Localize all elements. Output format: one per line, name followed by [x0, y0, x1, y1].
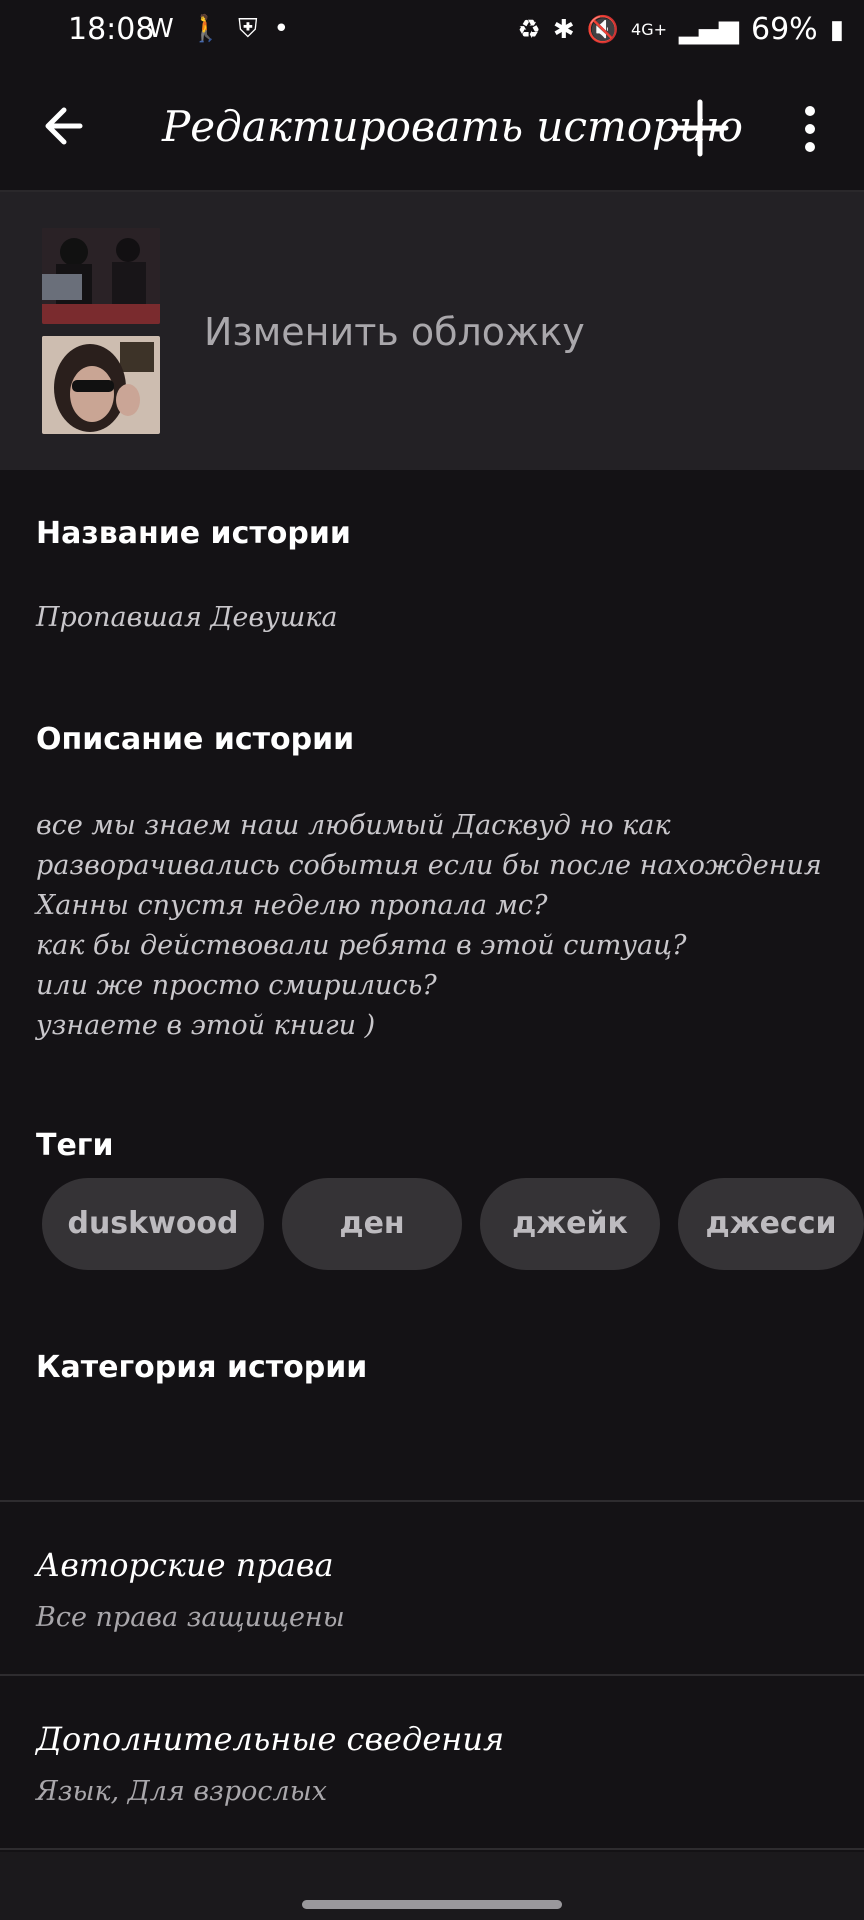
- copyright-title: Авторские права: [36, 1546, 334, 1584]
- status-left-icons: W 🚶 ⛨ •: [148, 14, 289, 45]
- divider: [0, 1500, 864, 1502]
- mute-icon: 🔇: [586, 14, 620, 45]
- recycle-icon: ♻: [517, 14, 541, 45]
- status-right-icons: ♻ ✱ 🔇 4G+ ▂▄▆ 69% ▮: [518, 12, 844, 47]
- bluetooth-icon: ✱: [552, 14, 575, 45]
- dot-icon: •: [273, 14, 289, 44]
- description-line: как бы действовали ребята в этой ситуац?: [36, 930, 687, 961]
- copyright-value: Все права защищены: [36, 1602, 345, 1633]
- tag-chip[interactable]: duskwood: [42, 1178, 264, 1270]
- battery-percent: 69%: [751, 12, 818, 47]
- tag-chip[interactable]: джесси: [678, 1178, 864, 1270]
- walking-icon: 🚶: [189, 14, 223, 44]
- status-time: 18:08: [68, 12, 155, 47]
- description-line: Ханны спустя неделю пропала мс?: [36, 890, 548, 921]
- more-vert-icon[interactable]: [790, 104, 830, 154]
- divider: [0, 1674, 864, 1676]
- cover-section[interactable]: Изменить обложку: [0, 192, 864, 470]
- description-line: или же просто смирились?: [36, 970, 437, 1001]
- story-description-label: Описание истории: [36, 722, 355, 757]
- tags-label: Теги: [36, 1128, 114, 1163]
- tags-row: duskwood ден джейк джесси: [42, 1178, 864, 1270]
- home-indicator[interactable]: [302, 1900, 562, 1909]
- wattpad-notification-icon: W: [148, 14, 174, 44]
- battery-icon: ▮: [829, 14, 844, 45]
- cover-thumbnail-top: [42, 228, 160, 324]
- category-label[interactable]: Категория истории: [36, 1350, 367, 1385]
- divider: [0, 1848, 864, 1850]
- signal-icon: ▂▄▆: [679, 14, 739, 45]
- story-title-label: Название истории: [36, 516, 351, 551]
- description-line: узнаете в этой книги ): [36, 1010, 376, 1041]
- tag-chip[interactable]: ден: [282, 1178, 462, 1270]
- change-cover-label[interactable]: Изменить обложку: [204, 310, 585, 354]
- network-type: 4G+: [631, 20, 667, 39]
- app-bar: Редактировать историю: [0, 64, 864, 192]
- story-title-field[interactable]: Пропавшая Девушка: [36, 602, 338, 633]
- description-line: разворачивались события если бы после на…: [36, 850, 822, 881]
- cover-thumbnail-bottom: [42, 336, 160, 434]
- additional-info-title: Дополнительные сведения: [36, 1720, 505, 1758]
- plus-icon[interactable]: [670, 98, 730, 158]
- arrow-left-icon[interactable]: [40, 98, 88, 154]
- shield-icon: ⛨: [238, 14, 258, 44]
- status-bar: 18:08 W 🚶 ⛨ • ♻ ✱ 🔇 4G+ ▂▄▆ 69% ▮: [0, 0, 864, 64]
- story-description-field[interactable]: все мы знаем наш любимый Дасквуд но как …: [36, 806, 822, 1046]
- additional-info-value: Язык, Для взрослых: [36, 1776, 327, 1807]
- description-line: все мы знаем наш любимый Дасквуд но как: [36, 810, 671, 841]
- tag-chip[interactable]: джейк: [480, 1178, 660, 1270]
- bottom-area: [0, 1852, 864, 1920]
- page-title: Редактировать историю: [162, 102, 744, 151]
